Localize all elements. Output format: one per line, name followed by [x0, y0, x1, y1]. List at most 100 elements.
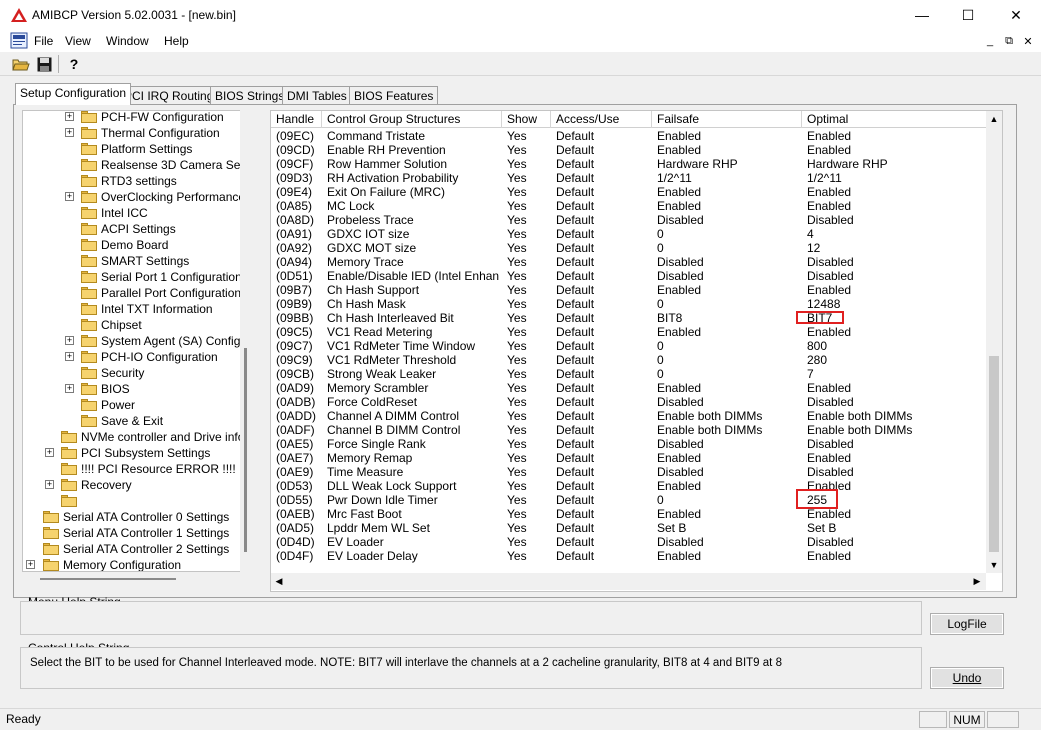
maximize-button[interactable]: ☐ — [945, 0, 991, 30]
table-row[interactable]: (09B7) Ch Hash Support Yes Default Enabled En… — [271, 283, 987, 297]
table-row[interactable]: (09EC) Command Tristate Yes Default Enabled E… — [271, 129, 987, 143]
table-row[interactable]: (0AEB) Mrc Fast Boot Yes Default Enabled Enab… — [271, 507, 987, 521]
expand-plus-icon[interactable]: + — [45, 448, 54, 457]
table-row[interactable]: (09D3) RH Activation Probability Yes Defaul… — [271, 171, 987, 185]
table-row[interactable]: (09C5) VC1 Read Metering Yes Default Enabled… — [271, 325, 987, 339]
column-header[interactable]: Optimal — [802, 111, 987, 128]
scroll-left-arrow-icon[interactable]: ◀ — [272, 574, 286, 588]
menu-help[interactable]: Help — [164, 34, 189, 48]
tree-item[interactable]: !!!! PCI Resource ERROR !!!! — [23, 461, 249, 477]
tree-item[interactable]: + Memory Configuration — [23, 557, 249, 571]
grid-scroll-thumb[interactable] — [989, 356, 999, 552]
mdi-minimize-button[interactable]: _ — [982, 34, 998, 48]
menu-view[interactable]: View — [65, 34, 91, 48]
table-row[interactable]: (09C7) VC1 RdMeter Time Window Yes Default 0… — [271, 339, 987, 353]
tree-item[interactable]: Power — [23, 397, 249, 413]
table-row[interactable]: (0A85) MC Lock Yes Default Enabled Enabled — [271, 199, 987, 213]
column-header[interactable]: Control Group Structures — [322, 111, 502, 128]
open-file-button[interactable] — [10, 54, 32, 74]
tab-pci-irq-routing[interactable]: PCI IRQ Routing — [119, 86, 219, 104]
tree-item[interactable]: SMART Settings — [23, 253, 249, 269]
expand-plus-icon[interactable]: + — [65, 128, 74, 137]
tab-bios-features[interactable]: BIOS Features — [349, 86, 439, 104]
tree-item[interactable]: Save & Exit — [23, 413, 249, 429]
tree-item[interactable]: RTD3 settings — [23, 173, 249, 189]
tree-item[interactable]: + PCH-IO Configuration — [23, 349, 249, 365]
tree-item[interactable] — [23, 493, 249, 509]
tree-item[interactable]: Serial ATA Controller 2 Settings — [23, 541, 249, 557]
table-row[interactable]: (09B9) Ch Hash Mask Yes Default 0 12488 — [271, 297, 987, 311]
table-row[interactable]: (09CF) Row Hammer Solution Yes Default Hardw… — [271, 157, 987, 171]
table-row[interactable]: (0D55) Pwr Down Idle Timer Yes Default 0 255 — [271, 493, 987, 507]
app-icon[interactable] — [10, 7, 28, 23]
tree-item[interactable]: Security — [23, 365, 249, 381]
table-row[interactable]: (0D53) DLL Weak Lock Support Yes Default Ena… — [271, 479, 987, 493]
menu-file[interactable]: File — [34, 34, 53, 48]
setup-tree[interactable]: + PCH-FW Configuration + Thermal Configurat… — [22, 110, 250, 572]
tree-item[interactable]: + BIOS — [23, 381, 249, 397]
mdi-restore-button[interactable]: ⧉ — [1001, 34, 1017, 48]
table-row[interactable]: (09CD) Enable RH Prevention Yes Default Enab… — [271, 143, 987, 157]
tree-item[interactable]: + System Agent (SA) Configuration — [23, 333, 249, 349]
table-row[interactable]: (0ADB) Force ColdReset Yes Default Disabled D… — [271, 395, 987, 409]
expand-plus-icon[interactable]: + — [45, 480, 54, 489]
column-header[interactable]: Handle — [271, 111, 322, 128]
menu-window[interactable]: Window — [106, 34, 149, 48]
tree-scroll-thumb[interactable] — [244, 348, 247, 552]
column-header[interactable]: Failsafe — [652, 111, 802, 128]
table-row[interactable]: (09BB) Ch Hash Interleaved Bit Yes Default B… — [271, 311, 987, 325]
table-row[interactable]: (0A94) Memory Trace Yes Default Disabled Disa… — [271, 255, 987, 269]
expand-plus-icon[interactable]: + — [65, 384, 74, 393]
grid-horizontal-scrollbar[interactable]: ◀ ▶ — [271, 573, 986, 590]
tree-item[interactable]: Platform Settings — [23, 141, 249, 157]
table-row[interactable]: (09C9) VC1 RdMeter Threshold Yes Default 0 28… — [271, 353, 987, 367]
logfile-button[interactable]: LogFile — [930, 613, 1004, 635]
document-icon[interactable] — [10, 32, 28, 49]
column-header[interactable]: Show — [502, 111, 551, 128]
tree-item[interactable]: + Recovery — [23, 477, 249, 493]
tree-item[interactable]: ACPI Settings — [23, 221, 249, 237]
table-row[interactable]: (0AD9) Memory Scrambler Yes Default Enabled E… — [271, 381, 987, 395]
table-row[interactable]: (0D51) Enable/Disable IED (Intel Enhanced… — [271, 269, 987, 283]
table-row[interactable]: (0D4F) EV Loader Delay Yes Default Enabled En… — [271, 549, 987, 563]
table-row[interactable]: (0ADF) Channel B DIMM Control Yes Default En… — [271, 423, 987, 437]
help-pointer-button[interactable]: ? — [63, 54, 85, 74]
expand-plus-icon[interactable]: + — [65, 352, 74, 361]
expand-plus-icon[interactable]: + — [65, 112, 74, 121]
tree-item[interactable]: Serial ATA Controller 1 Settings — [23, 525, 249, 541]
save-button[interactable] — [33, 54, 55, 74]
table-row[interactable]: (0ADD) Channel A DIMM Control Yes Default En… — [271, 409, 987, 423]
tab-setup-configuration[interactable]: Setup Configuration — [15, 83, 132, 105]
expand-plus-icon[interactable]: + — [65, 336, 74, 345]
scroll-right-arrow-icon[interactable]: ▶ — [970, 574, 984, 588]
tree-horizontal-scroll-thumb[interactable] — [40, 578, 176, 580]
table-row[interactable]: (0AE7) Memory Remap Yes Default Enabled Enabl… — [271, 451, 987, 465]
undo-button[interactable]: Undo — [930, 667, 1004, 689]
close-button[interactable]: ✕ — [993, 0, 1039, 30]
tree-item[interactable]: + PCI Subsystem Settings — [23, 445, 249, 461]
expand-plus-icon[interactable]: + — [65, 192, 74, 201]
expand-plus-icon[interactable]: + — [26, 560, 35, 569]
tree-item[interactable]: Demo Board — [23, 237, 249, 253]
tree-item[interactable]: Intel ICC — [23, 205, 249, 221]
tree-item[interactable]: + Thermal Configuration — [23, 125, 249, 141]
tab-bios-strings[interactable]: BIOS Strings — [210, 86, 290, 104]
table-row[interactable]: (0D4D) EV Loader Yes Default Disabled Disable… — [271, 535, 987, 549]
column-header[interactable]: Access/Use — [551, 111, 652, 128]
minimize-button[interactable]: — — [899, 0, 945, 30]
table-row[interactable]: (09E4) Exit On Failure (MRC) Yes Default Ena… — [271, 185, 987, 199]
table-row[interactable]: (0A92) GDXC MOT size Yes Default 0 12 — [271, 241, 987, 255]
table-row[interactable]: (0AE5) Force Single Rank Yes Default Disable… — [271, 437, 987, 451]
table-row[interactable]: (09CB) Strong Weak Leaker Yes Default 0 7 — [271, 367, 987, 381]
table-row[interactable]: (0A91) GDXC IOT size Yes Default 0 4 — [271, 227, 987, 241]
table-row[interactable]: (0AD5) Lpddr Mem WL Set Yes Default Set B Set… — [271, 521, 987, 535]
tab-dmi-tables[interactable]: DMI Tables — [282, 86, 352, 104]
tree-item[interactable]: Serial Port 1 Configuration — [23, 269, 249, 285]
mdi-close-button[interactable]: ✕ — [1020, 34, 1036, 48]
tree-item[interactable]: Parallel Port Configuration — [23, 285, 249, 301]
tree-item[interactable]: Intel TXT Information — [23, 301, 249, 317]
scroll-up-arrow-icon[interactable]: ▲ — [987, 112, 1001, 126]
tree-item[interactable]: Serial ATA Controller 0 Settings — [23, 509, 249, 525]
table-row[interactable]: (0AE9) Time Measure Yes Default Disabled Disa… — [271, 465, 987, 479]
tree-item[interactable]: + PCH-FW Configuration — [23, 111, 249, 125]
